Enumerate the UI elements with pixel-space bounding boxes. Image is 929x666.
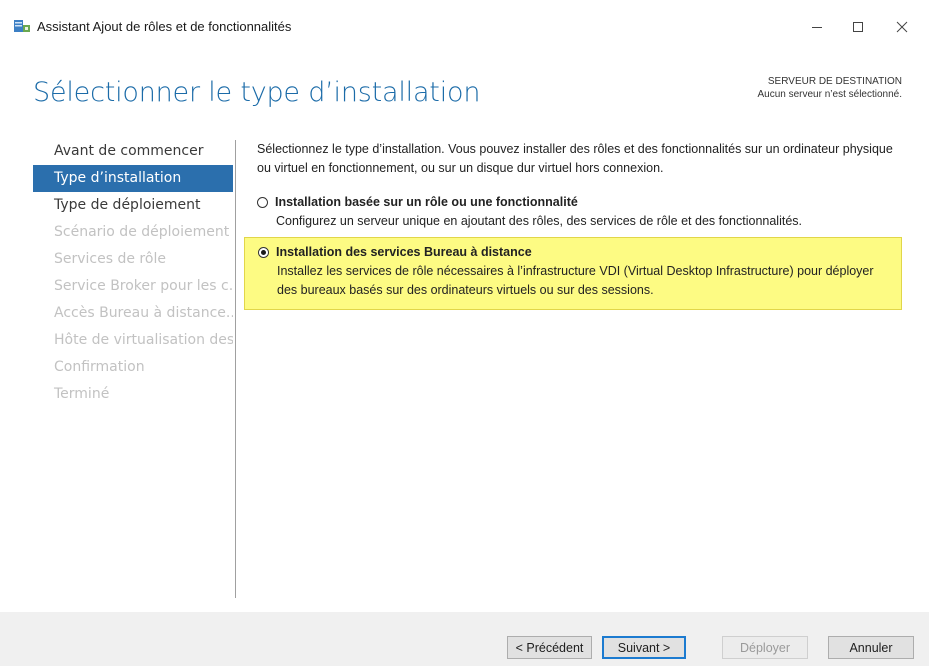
destination-server: SERVEUR DE DESTINATION Aucun serveur n’e… [757, 75, 902, 101]
close-button[interactable] [880, 12, 924, 42]
nav-item-type-deploiement[interactable]: Type de déploiement [33, 192, 233, 219]
nav-item-service-broker: Service Broker pour les c... [54, 278, 233, 294]
destination-value: Aucun serveur n’est sélectionné. [757, 89, 902, 100]
option-remote-desktop-description: Installez les services de rôle nécessair… [277, 264, 874, 297]
minimize-button[interactable] [795, 12, 839, 42]
option-role-based-row: Installation basée sur un rôle ou une fo… [257, 195, 889, 209]
option-role-based-label[interactable]: Installation basée sur un rôle ou une fo… [275, 195, 578, 209]
radio-role-based[interactable] [257, 196, 268, 208]
maximize-icon [853, 22, 863, 32]
option-remote-desktop-row: Installation des services Bureau à dista… [258, 245, 888, 259]
nav-item-hote-virtualisation: Hôte de virtualisation des... [54, 332, 233, 348]
page-title: Sélectionner le type d’installation [33, 77, 481, 108]
server-manager-icon [13, 18, 31, 34]
nav-item-acces-bureau: Accès Bureau à distance... [54, 305, 233, 321]
option-role-based-description: Configurez un serveur unique en ajoutant… [276, 214, 803, 228]
next-button[interactable]: Suivant > [602, 636, 686, 659]
radio-remote-desktop[interactable] [258, 246, 269, 258]
option-remote-desktop[interactable]: Installation des services Bureau à dista… [244, 237, 902, 310]
title-bar: Assistant Ajout de rôles et de fonctionn… [0, 0, 929, 50]
destination-label: SERVEUR DE DESTINATION [767, 76, 902, 87]
nav-item-termine: Terminé [54, 386, 110, 402]
previous-button[interactable]: < Précédent [507, 636, 592, 659]
nav-divider [235, 140, 236, 598]
cancel-button[interactable]: Annuler [828, 636, 914, 659]
intro-text: Sélectionnez le type d’installation. Vou… [257, 142, 893, 175]
option-remote-desktop-label[interactable]: Installation des services Bureau à dista… [276, 245, 532, 259]
nav-item-confirmation: Confirmation [54, 359, 145, 375]
wizard-footer: < Précédent Suivant > Déployer Annuler [0, 612, 929, 666]
close-icon [896, 21, 908, 33]
maximize-button[interactable] [836, 12, 880, 42]
minimize-icon [812, 27, 822, 28]
deploy-button: Déployer [722, 636, 808, 659]
nav-item-type-installation[interactable]: Type d’installation [33, 165, 233, 192]
nav-item-avant-de-commencer[interactable]: Avant de commencer [33, 138, 233, 165]
window-title: Assistant Ajout de rôles et de fonctionn… [37, 19, 292, 34]
wizard-step-nav: Avant de commencer Type d’installation T… [33, 138, 233, 408]
main-content: Sélectionnez le type d’installation. Vou… [244, 140, 907, 310]
nav-item-services-de-role: Services de rôle [54, 251, 166, 267]
option-role-based[interactable]: Installation basée sur un rôle ou une fo… [244, 188, 902, 240]
nav-item-scenario-deploiement: Scénario de déploiement [54, 224, 230, 240]
